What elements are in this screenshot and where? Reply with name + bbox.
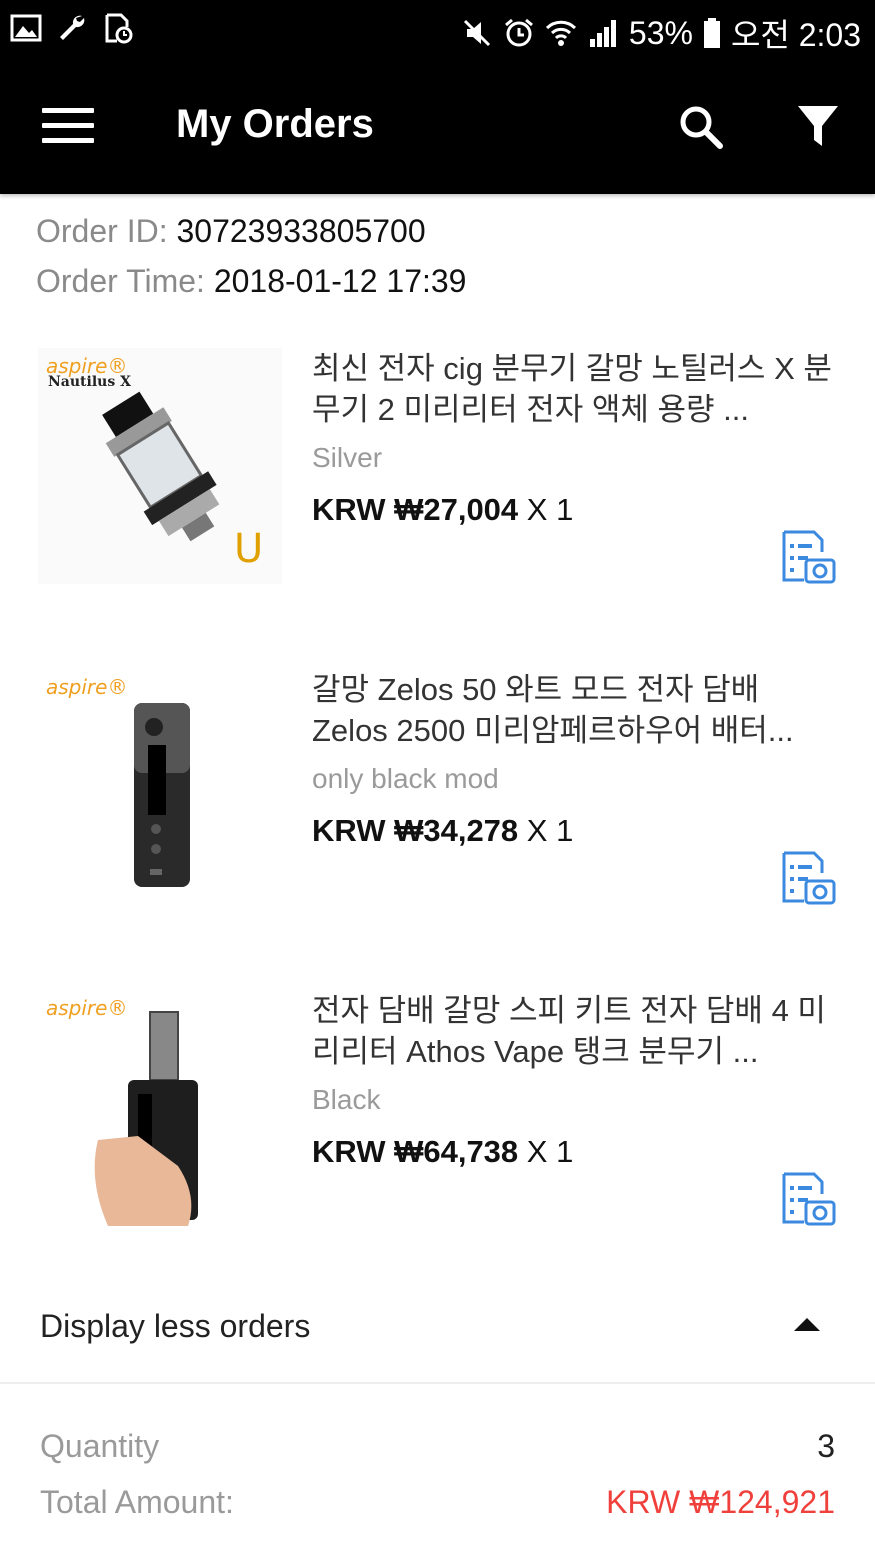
order-id-value: 30723933805700 <box>176 213 426 249</box>
caret-up-icon <box>794 1318 820 1331</box>
product-image[interactable]: aspire® <box>38 669 282 905</box>
status-left-icons <box>10 12 134 44</box>
product-quantity: X 1 <box>518 1134 574 1169</box>
order-time-row: Order Time: 2018-01-12 17:39 <box>36 260 466 310</box>
product-variant: Silver <box>312 442 383 473</box>
filter-icon[interactable] <box>796 102 840 150</box>
quantity-value: 3 <box>817 1428 835 1464</box>
review-photo-icon[interactable] <box>778 528 836 586</box>
gallery-icon <box>10 14 42 42</box>
kit-illustration <box>94 1011 198 1226</box>
product-image[interactable]: aspire® <box>38 990 282 1226</box>
order-item[interactable]: aspire® Nautilus X U 최신 전자 cig 분무기 갈망 노틸… <box>0 348 875 608</box>
mute-icon <box>463 19 490 47</box>
product-price: KRW ₩34,278 <box>312 813 519 848</box>
status-right: 53% 오전 2:03 <box>461 10 861 56</box>
alarm-icon <box>504 18 533 47</box>
product-variant: Black <box>312 1084 381 1115</box>
display-less-label: Display less orders <box>40 1308 311 1344</box>
clock-file-icon <box>105 13 133 44</box>
product-price: KRW ₩64,738 <box>312 1134 519 1169</box>
order-time-value: 2018-01-12 17:39 <box>213 263 467 299</box>
product-variant: only black mod <box>312 763 499 794</box>
total-label: Total Amount: <box>40 1484 234 1520</box>
product-quantity: X 1 <box>518 492 574 527</box>
clock-text: 오전 2:03 <box>730 17 861 53</box>
wrench-icon <box>60 15 85 40</box>
battery-icon <box>703 18 720 48</box>
status-bar: 53% 오전 2:03 <box>0 0 875 62</box>
wifi-icon <box>545 20 576 46</box>
review-photo-icon[interactable] <box>778 849 836 907</box>
svg-text:U: U <box>234 526 263 572</box>
page-title: My Orders <box>176 102 374 146</box>
product-title[interactable]: 전자 담배 갈망 스피 키트 전자 담배 4 미리리터 Athos Vape 탱… <box>312 990 832 1072</box>
order-id-label: Order ID: <box>36 213 168 249</box>
signal-icon <box>589 20 616 47</box>
product-title[interactable]: 최신 전자 cig 분무기 갈망 노틸러스 X 분무기 2 미리리터 전자 액체… <box>312 348 832 430</box>
total-value: KRW ₩124,921 <box>606 1484 835 1520</box>
display-less-orders-toggle[interactable]: Display less orders <box>0 1286 875 1384</box>
box-mod-illustration <box>134 703 190 887</box>
product-quantity: X 1 <box>518 813 574 848</box>
order-time-label: Order Time: <box>36 263 205 299</box>
review-photo-icon[interactable] <box>778 1170 836 1228</box>
product-price-row: KRW ₩64,738 X 1 <box>312 1134 573 1170</box>
search-icon[interactable] <box>676 102 724 150</box>
battery-percent: 53% <box>628 14 693 51</box>
quantity-label: Quantity <box>40 1428 160 1464</box>
product-price-row: KRW ₩34,278 X 1 <box>312 813 573 849</box>
product-price: KRW ₩27,004 <box>312 492 519 527</box>
app-bar: My Orders <box>0 62 875 194</box>
order-item[interactable]: aspire® 전자 담배 갈망 스피 키트 전자 담배 4 미리리터 Atho… <box>0 990 875 1250</box>
product-title[interactable]: 갈망 Zelos 50 와트 모드 전자 담배 Zelos 2500 미리암페르… <box>312 669 832 751</box>
order-meta: Order ID: 30723933805700 Order Time: 201… <box>36 210 466 310</box>
order-item[interactable]: aspire® 갈망 Zelos 50 와트 모드 전자 담배 Zelos 25… <box>0 669 875 929</box>
atomizer-illustration: U <box>102 391 263 572</box>
product-image[interactable]: aspire® Nautilus X U <box>38 348 282 584</box>
menu-icon[interactable] <box>42 108 94 148</box>
order-id-row: Order ID: 30723933805700 <box>36 210 466 260</box>
product-price-row: KRW ₩27,004 X 1 <box>312 492 573 528</box>
